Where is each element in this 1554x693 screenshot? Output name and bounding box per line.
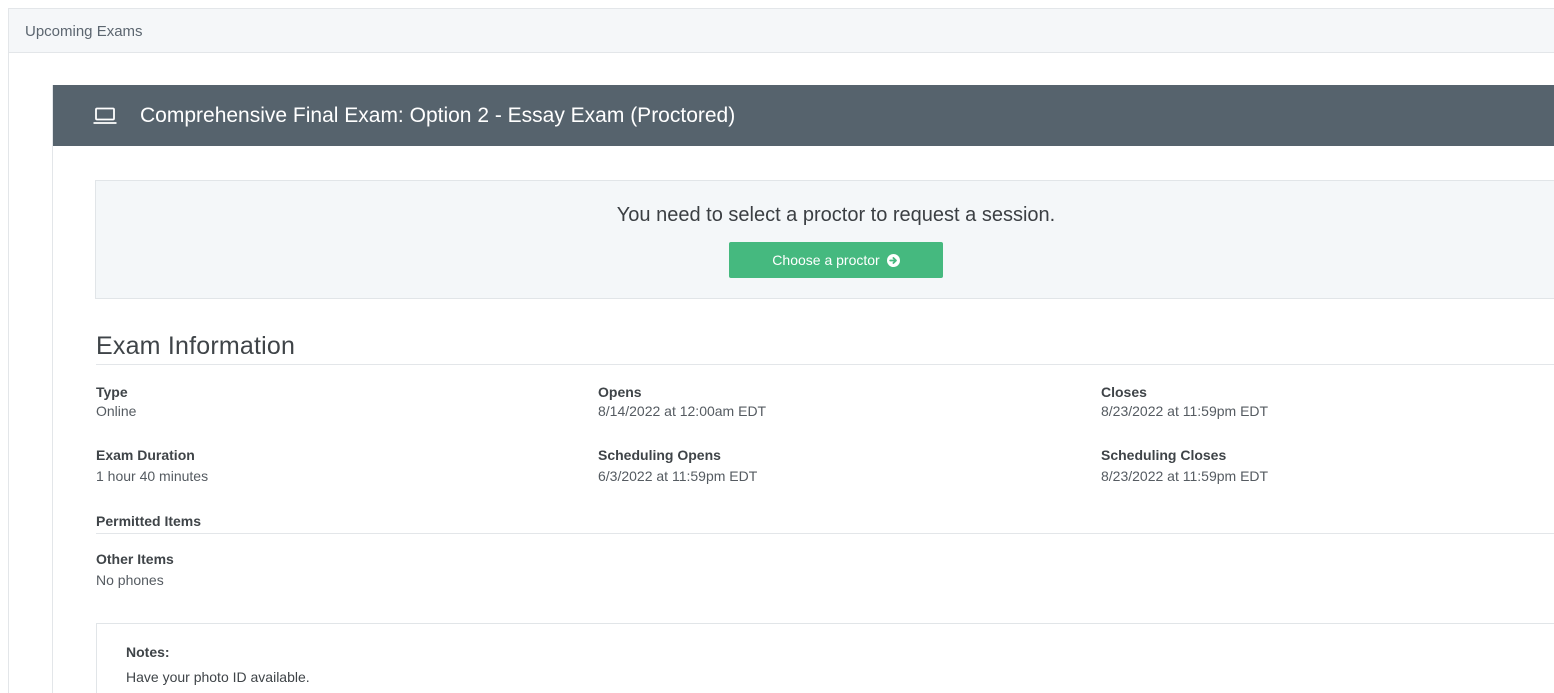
notes-text: Have your photo ID available.: [126, 669, 310, 685]
upcoming-exams-panel-header: Upcoming Exams: [8, 8, 1554, 53]
choose-proctor-button-label: Choose a proctor: [772, 252, 880, 268]
other-items-value: No phones: [96, 572, 164, 588]
exam-card: Comprehensive Final Exam: Option 2 - Ess…: [52, 85, 1554, 693]
closes-value: 8/23/2022 at 11:59pm EDT: [1101, 403, 1269, 419]
exam-duration-value: 1 hour 40 minutes: [96, 468, 209, 484]
closes-label: Closes: [1101, 384, 1147, 400]
laptop-icon: [93, 107, 117, 125]
scheduling-closes-value: 8/23/2022 at 11:59pm EDT: [1101, 468, 1269, 484]
type-label: Type: [96, 384, 128, 400]
choose-proctor-button[interactable]: Choose a proctor: [729, 242, 943, 278]
panel-border: [8, 53, 9, 693]
other-items-label: Other Items: [96, 551, 174, 567]
divider: [96, 364, 1554, 365]
notes-box: Notes: Have your photo ID available.: [96, 623, 1554, 693]
scheduling-closes-label: Scheduling Closes: [1101, 447, 1227, 463]
proctor-notice: You need to select a proctor to request …: [95, 180, 1554, 299]
exam-header: Comprehensive Final Exam: Option 2 - Ess…: [53, 85, 1554, 146]
exam-duration-label: Exam Duration: [96, 447, 195, 463]
permitted-items-label: Permitted Items: [96, 513, 202, 529]
exam-title: Comprehensive Final Exam: Option 2 - Ess…: [140, 104, 736, 127]
panel-title: Upcoming Exams: [25, 23, 143, 40]
scheduling-opens-label: Scheduling Opens: [598, 447, 721, 463]
page: Upcoming Exams Comprehensive Final Exam:…: [0, 0, 1554, 693]
opens-value: 8/14/2022 at 12:00am EDT: [598, 403, 767, 419]
scheduling-opens-value: 6/3/2022 at 11:59pm EDT: [598, 468, 758, 484]
proctor-notice-message: You need to select a proctor to request …: [616, 204, 1056, 226]
divider: [96, 533, 1554, 534]
opens-label: Opens: [598, 384, 642, 400]
exam-information-heading: Exam Information: [96, 332, 296, 360]
arrow-circle-right-icon: [886, 253, 900, 267]
notes-label: Notes:: [126, 644, 170, 660]
type-value: Online: [96, 403, 137, 419]
